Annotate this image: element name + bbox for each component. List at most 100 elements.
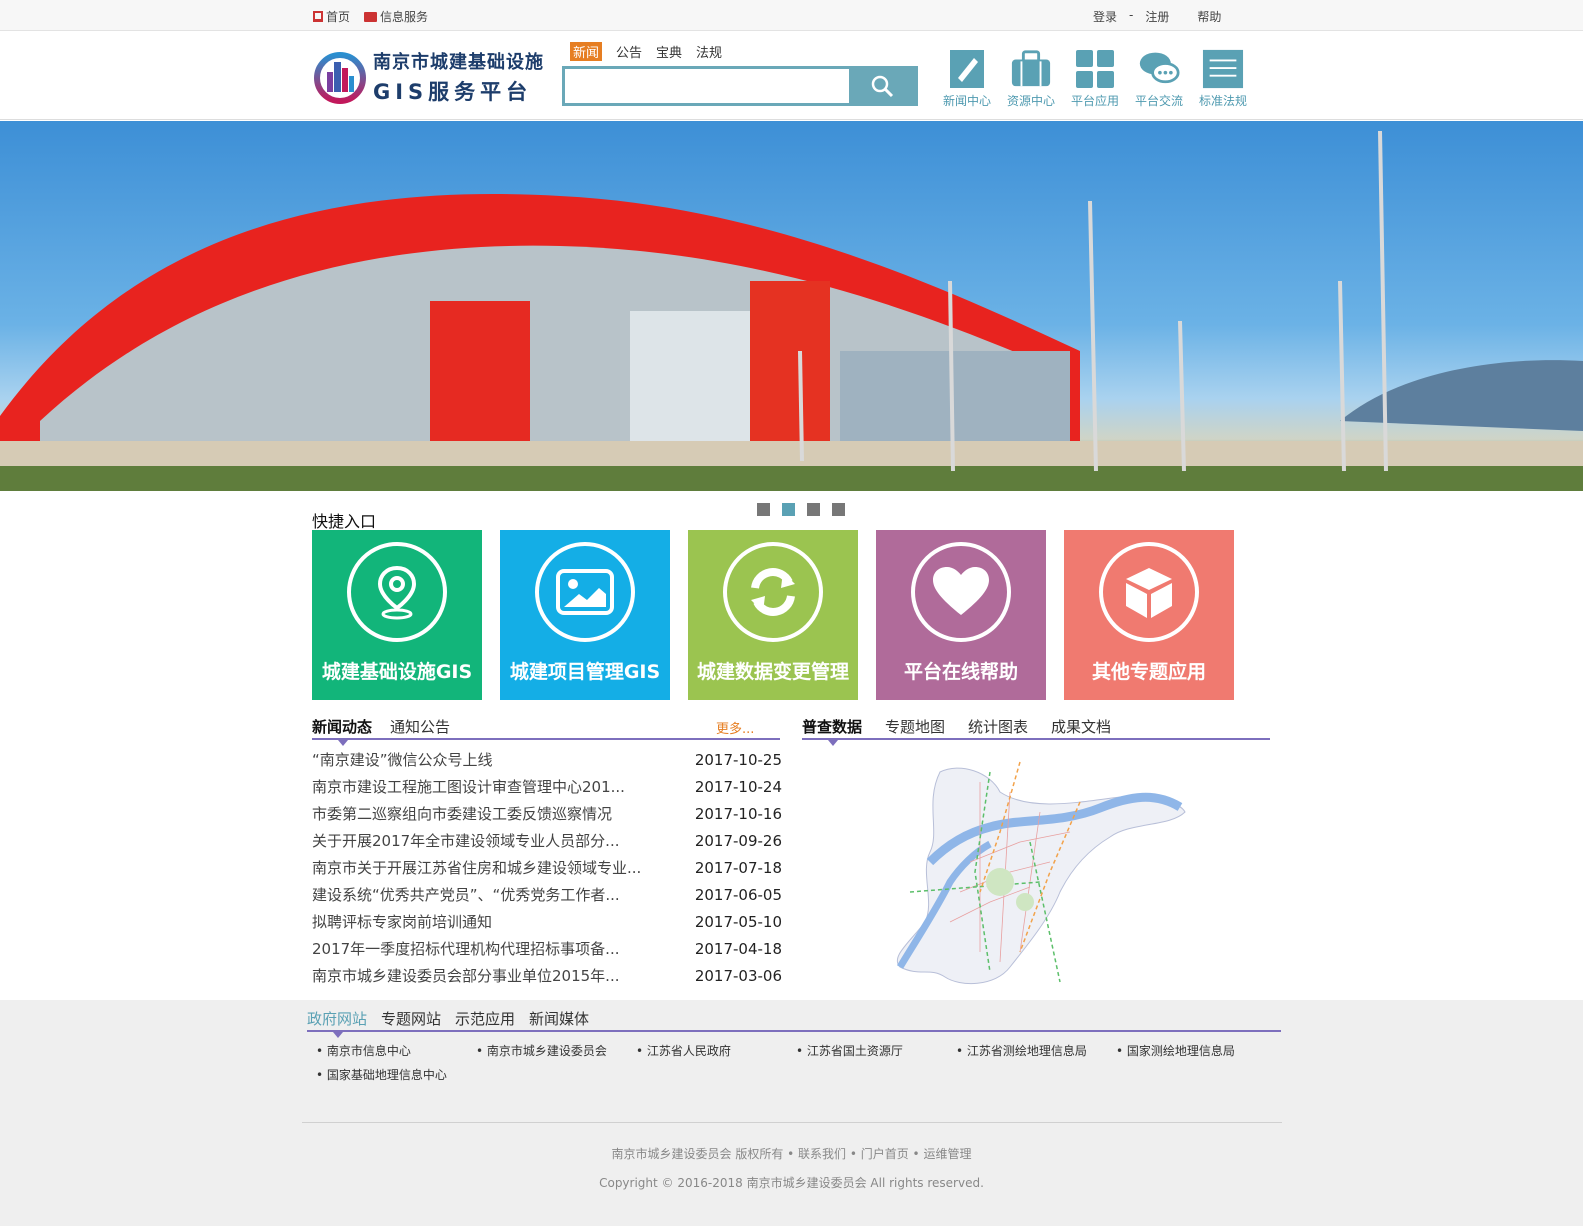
top-right-links: 登录 - 注册 帮助 (1093, 8, 1221, 25)
home-link[interactable]: 首页 (313, 8, 350, 25)
tab-demo-apps[interactable]: 示范应用 (455, 1008, 515, 1029)
news-date: 2017-06-05 (694, 885, 782, 904)
tile-label: 城建项目管理GIS (509, 661, 661, 683)
tab-thematic-sites[interactable]: 专题网站 (381, 1008, 441, 1029)
news-item[interactable]: 2017年一季度招标代理机构代理招标事项备... 2017-04-18 (312, 935, 782, 962)
search-tab-notice[interactable]: 公告 (616, 42, 642, 61)
tile-label: 其他专题应用 (1091, 661, 1206, 683)
banner-dot[interactable] (807, 503, 820, 516)
news-item[interactable]: 南京市建设工程施工图设计审查管理中心201... 2017-10-24 (312, 773, 782, 800)
image-icon (535, 542, 635, 642)
news-title[interactable]: 南京市建设工程施工图设计审查管理中心201... (312, 776, 672, 797)
search-tab-guide[interactable]: 宝典 (656, 42, 682, 61)
tab-documents[interactable]: 成果文档 (1051, 716, 1111, 737)
tab-statistics[interactable]: 统计图表 (968, 716, 1028, 737)
nav-label: 标准法规 (1198, 94, 1247, 108)
news-item[interactable]: 南京市关于开展江苏省住房和城乡建设领域专业... 2017-07-18 (312, 854, 782, 881)
stadium-photo (0, 130, 1583, 491)
nav-platform-exchange[interactable]: 平台交流 (1127, 48, 1191, 109)
help-link[interactable]: 帮助 (1197, 8, 1221, 25)
news-item[interactable]: 市委第二巡察组向市委建设工委反馈巡察情况 2017-10-16 (312, 800, 782, 827)
grid-icon (1074, 48, 1116, 90)
pen-doc-icon (946, 48, 988, 90)
link-item[interactable]: 南京市城乡建设委员会 (476, 1042, 636, 1066)
news-item[interactable]: 拟聘评标专家岗前培训通知 2017-05-10 (312, 908, 782, 935)
search-tab-news[interactable]: 新闻 (570, 42, 603, 61)
link-item[interactable]: 国家测绘地理信息局 (1116, 1042, 1276, 1066)
tab-gov-sites[interactable]: 政府网站 (307, 1008, 367, 1029)
tab-notices[interactable]: 通知公告 (390, 716, 450, 737)
search-button[interactable] (849, 69, 915, 103)
search-tab-law[interactable]: 法规 (696, 42, 722, 61)
news-item[interactable]: “南京建设”微信公众号上线 2017-10-25 (312, 746, 782, 773)
top-bar: 首页 信息服务 登录 - 注册 帮助 (0, 0, 1583, 31)
tab-news-media[interactable]: 新闻媒体 (529, 1008, 589, 1029)
tile-project-gis[interactable]: 城建项目管理GIS (500, 530, 670, 700)
footer-links[interactable]: 南京市城乡建设委员会 版权所有 • 联系我们 • 门户首页 • 运维管理 (0, 1145, 1583, 1162)
tile-infrastructure-gis[interactable]: 城建基础设施GIS (312, 530, 482, 700)
info-service-link[interactable]: 信息服务 (364, 8, 428, 25)
nav-news-center[interactable]: 新闻中心 (935, 48, 999, 109)
link-item[interactable]: 江苏省测绘地理信息局 (956, 1042, 1116, 1066)
nav-platform-apps[interactable]: 平台应用 (1063, 48, 1127, 109)
nav-standards[interactable]: 标准法规 (1191, 48, 1255, 109)
news-title[interactable]: 南京市关于开展江苏省住房和城乡建设领域专业... (312, 857, 672, 878)
news-title[interactable]: 关于开展2017年全市建设领域专业人员部分... (312, 830, 672, 851)
tab-news-dynamics[interactable]: 新闻动态 (312, 716, 372, 737)
list-lines-icon (1202, 48, 1244, 90)
banner-dot[interactable] (832, 503, 845, 516)
tab-census-data[interactable]: 普查数据 (802, 716, 862, 737)
nav-label: 资源中心 (1006, 94, 1055, 108)
news-title[interactable]: “南京建设”微信公众号上线 (312, 749, 672, 770)
search-input[interactable] (565, 69, 845, 103)
banner-dot[interactable] (757, 503, 770, 516)
links-tabs: 政府网站 专题网站 示范应用 新闻媒体 (307, 1008, 1281, 1038)
tile-other-apps[interactable]: 其他专题应用 (1064, 530, 1234, 700)
news-item[interactable]: 南京市城乡建设委员会部分事业单位2015年... 2017-03-06 (312, 962, 782, 989)
news-item[interactable]: 建设系统“优秀共产党员”、“优秀党务工作者... 2017-06-05 (312, 881, 782, 908)
login-link[interactable]: 登录 (1093, 8, 1117, 25)
site-header: 南京市城建基础设施 GIS服务平台 新闻 公告 宝典 法规 新闻中心 资源中心 (0, 32, 1583, 120)
tab-thematic-map[interactable]: 专题地图 (885, 716, 945, 737)
tile-online-help[interactable]: 平台在线帮助 (876, 530, 1046, 700)
news-title[interactable]: 拟聘评标专家岗前培训通知 (312, 911, 672, 932)
search-box (562, 66, 918, 106)
logo-mark-icon (313, 50, 367, 104)
nav-resource-center[interactable]: 资源中心 (999, 48, 1063, 109)
news-item[interactable]: 关于开展2017年全市建设领域专业人员部分... 2017-09-26 (312, 827, 782, 854)
news-title[interactable]: 南京市城乡建设委员会部分事业单位2015年... (312, 965, 672, 986)
quick-entry-title: 快捷入口 (312, 512, 377, 531)
news-title[interactable]: 建设系统“优秀共产党员”、“优秀党务工作者... (312, 884, 672, 905)
footer-divider (302, 1122, 1282, 1123)
hero-banner[interactable] (0, 121, 1583, 491)
chat-bubbles-icon (1138, 48, 1180, 90)
data-tabs: 普查数据 专题地图 统计图表 成果文档 (802, 714, 1270, 746)
link-item[interactable]: 国家基础地理信息中心 (316, 1066, 476, 1090)
link-item[interactable]: 江苏省国土资源厅 (796, 1042, 956, 1066)
quick-entry-tiles: 城建基础设施GIS 城建项目管理GIS 城建数据变更管理 平台在线帮助 其他专题… (312, 530, 1234, 700)
info-icon (364, 11, 378, 22)
site-logo[interactable]: 南京市城建基础设施 GIS服务平台 (313, 48, 544, 106)
top-left-links: 首页 信息服务 (313, 8, 428, 25)
news-title[interactable]: 市委第二巡察组向市委建设工委反馈巡察情况 (312, 803, 672, 824)
tile-label: 平台在线帮助 (903, 661, 1018, 683)
logo-line-1: 南京市城建基础设施 (373, 52, 544, 73)
news-date: 2017-09-26 (694, 831, 782, 850)
nanjing-map-image[interactable] (880, 752, 1190, 992)
link-item[interactable]: 南京市信息中心 (316, 1042, 476, 1066)
copyright: Copyright © 2016-2018 南京市城乡建设委员会 All rig… (599, 1176, 984, 1190)
separator: - (1129, 8, 1134, 22)
news-more-link[interactable]: 更多... (716, 718, 754, 737)
news-title[interactable]: 2017年一季度招标代理机构代理招标事项备... (312, 938, 672, 959)
tile-data-change[interactable]: 城建数据变更管理 (688, 530, 858, 700)
banner-pagination (757, 503, 845, 516)
cube-icon (1099, 542, 1199, 642)
banner-dot-active[interactable] (782, 503, 795, 516)
link-item[interactable]: 江苏省人民政府 (636, 1042, 796, 1066)
links-list: 南京市信息中心 南京市城乡建设委员会 江苏省人民政府 江苏省国土资源厅 江苏省测… (316, 1042, 1286, 1090)
heart-icon (911, 542, 1011, 642)
register-link[interactable]: 注册 (1145, 8, 1169, 25)
nav-label: 平台交流 (1134, 94, 1183, 108)
nav-label: 新闻中心 (942, 94, 991, 108)
news-date: 2017-07-18 (694, 858, 782, 877)
